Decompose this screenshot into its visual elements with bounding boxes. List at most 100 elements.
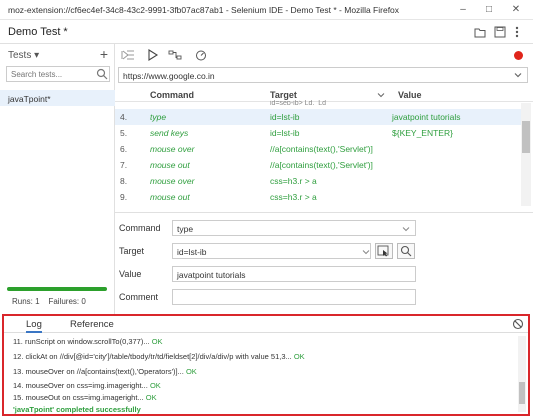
log-entry: 13. mouseOver on //a[contains(text(),'Op… xyxy=(13,367,197,376)
project-name[interactable]: Demo Test * xyxy=(8,26,68,38)
row-target: id=lst-ib xyxy=(270,112,300,122)
tests-sidebar: Tests ▾ + javaTpoint* Runs: 1 Failures: … xyxy=(0,44,115,314)
minimize-icon[interactable]: – xyxy=(456,3,470,17)
scrollbar-thumb[interactable] xyxy=(522,121,530,153)
row-number: 8. xyxy=(120,176,128,186)
row-target: css=h3.r > a xyxy=(270,192,317,202)
close-icon[interactable]: ✕ xyxy=(509,3,523,17)
table-row[interactable]: 7. mouse out //a[contains(text(),'Servle… xyxy=(115,157,521,173)
chevron-down-icon xyxy=(402,227,410,232)
open-project-icon[interactable] xyxy=(474,26,486,38)
row-number: 9. xyxy=(120,192,128,202)
value-column-header: Value xyxy=(398,90,422,100)
test-item-javatpoint[interactable]: javaTpoint* xyxy=(0,90,115,106)
more-menu-icon[interactable] xyxy=(514,26,520,38)
log-entry-text: 13. mouseOver on //a[contains(text(),'Op… xyxy=(13,367,184,376)
tests-heading: Tests xyxy=(8,50,32,61)
log-entry-status: OK xyxy=(145,393,157,402)
log-panel: Log Reference 11. runScript on window.sc… xyxy=(2,314,530,416)
row-value: ${KEY_ENTER} xyxy=(392,128,453,138)
tests-dropdown[interactable]: Tests ▾ xyxy=(8,50,39,61)
failures-count: Failures: 0 xyxy=(48,297,86,306)
row-command: mouse over xyxy=(150,144,195,154)
command-select[interactable]: type xyxy=(172,220,416,236)
row-number: 6. xyxy=(120,144,128,154)
run-stats: Runs: 1 Failures: 0 xyxy=(12,297,86,306)
add-test-button[interactable]: + xyxy=(100,46,108,62)
row-command: mouse out xyxy=(150,192,190,202)
log-entry-status: OK xyxy=(151,337,163,346)
project-header: Demo Test * xyxy=(0,20,533,44)
log-entry: 15. mouseOut on css=img.imageright... OK xyxy=(13,393,157,402)
command-label: Command xyxy=(119,223,161,233)
log-entry-text: 15. mouseOut on css=img.imageright... xyxy=(13,393,144,402)
value-input[interactable]: javatpoint tutorials xyxy=(172,266,416,282)
row-number: 5. xyxy=(120,128,128,138)
log-entry: 12. clickAt on //div[@id='city']/table/t… xyxy=(13,352,305,361)
row-target: //a[contains(text(),'Servlet')] xyxy=(270,160,373,170)
step-over-icon[interactable] xyxy=(168,49,182,61)
run-progress-bar xyxy=(7,287,107,291)
playback-toolbar xyxy=(115,44,533,66)
log-entry-text: 12. clickAt on //div[@id='city']/table/t… xyxy=(13,352,292,361)
log-scrollbar[interactable] xyxy=(518,336,526,412)
pointer-select-icon xyxy=(377,245,389,257)
row-command: type xyxy=(150,112,167,122)
table-row[interactable]: 6. mouse over //a[contains(text(),'Servl… xyxy=(115,141,521,157)
chevron-down-icon[interactable] xyxy=(362,248,370,256)
table-row[interactable]: 5. send keys id=lst-ib ${KEY_ENTER} xyxy=(115,125,521,141)
row-target: css=h3.r > a xyxy=(270,176,317,186)
search-icon xyxy=(400,245,412,257)
row-command: mouse out xyxy=(150,160,190,170)
find-target-button[interactable] xyxy=(397,243,415,259)
comment-label: Comment xyxy=(119,292,159,302)
row-value: javatpoint tutorials xyxy=(392,112,461,122)
search-icon xyxy=(96,68,108,80)
command-column-header: Command xyxy=(150,90,195,100)
record-button[interactable] xyxy=(514,51,523,60)
row-number: 4. xyxy=(120,112,128,122)
save-project-icon[interactable] xyxy=(494,26,506,38)
log-entry: 14. mouseOver on css=img.imageright... O… xyxy=(13,381,161,390)
log-entry-status: OK xyxy=(185,367,197,376)
maximize-icon[interactable]: □ xyxy=(482,3,496,17)
target-input[interactable]: id=lst-ib xyxy=(172,243,371,259)
row-command: send keys xyxy=(150,128,189,138)
partial-table-row: id=sep-ib> Ld,_Ld_ xyxy=(270,100,330,105)
window-titlebar: moz-extension://cf6ec4ef-34c8-43c2-9991-… xyxy=(0,0,533,20)
table-row[interactable]: 4. type id=lst-ib javatpoint tutorials xyxy=(115,109,521,125)
table-row[interactable]: 9. mouse out css=h3.r > a xyxy=(115,189,521,205)
search-tests-input[interactable] xyxy=(6,66,110,82)
log-entry-text: 11. runScript on window.scrollTo(0,377).… xyxy=(13,337,150,346)
log-entry-status: OK xyxy=(293,352,305,361)
value-label: Value xyxy=(119,269,142,279)
window-title: moz-extension://cf6ec4ef-34c8-43c2-9991-… xyxy=(8,5,400,15)
log-tabs: Log Reference xyxy=(4,316,528,333)
log-entry-text: 14. mouseOver on css=img.imageright... xyxy=(13,381,148,390)
runs-count: Runs: 1 xyxy=(12,297,40,306)
comment-input[interactable] xyxy=(172,289,416,305)
select-target-button[interactable] xyxy=(375,243,393,259)
command-editor: Command type Target id=lst-ib Value java… xyxy=(115,212,533,312)
chevron-down-icon xyxy=(377,93,385,98)
tab-log[interactable]: Log xyxy=(26,319,42,333)
chevron-down-icon[interactable] xyxy=(513,70,523,80)
row-target: id=lst-ib xyxy=(270,128,300,138)
row-command: mouse over xyxy=(150,176,195,186)
run-all-tests-icon[interactable] xyxy=(121,49,135,61)
row-number: 7. xyxy=(120,160,128,170)
log-entry: 11. runScript on window.scrollTo(0,377).… xyxy=(13,337,163,346)
table-row[interactable]: 8. mouse over css=h3.r > a xyxy=(115,173,521,189)
tab-reference[interactable]: Reference xyxy=(70,319,114,330)
row-target: //a[contains(text(),'Servlet')] xyxy=(270,144,373,154)
run-current-test-icon[interactable] xyxy=(146,49,160,61)
base-url-input[interactable]: https://www.google.co.in xyxy=(118,67,528,83)
log-entry-status: OK xyxy=(149,381,161,390)
test-speed-icon[interactable] xyxy=(195,49,209,61)
target-label: Target xyxy=(119,246,145,256)
clear-log-icon[interactable] xyxy=(512,318,524,330)
scrollbar-thumb[interactable] xyxy=(519,382,525,404)
target-column-header: Target xyxy=(270,90,297,100)
log-summary: 'javaTpoint' completed successfully xyxy=(13,405,141,414)
command-table-scrollbar[interactable] xyxy=(521,103,531,206)
